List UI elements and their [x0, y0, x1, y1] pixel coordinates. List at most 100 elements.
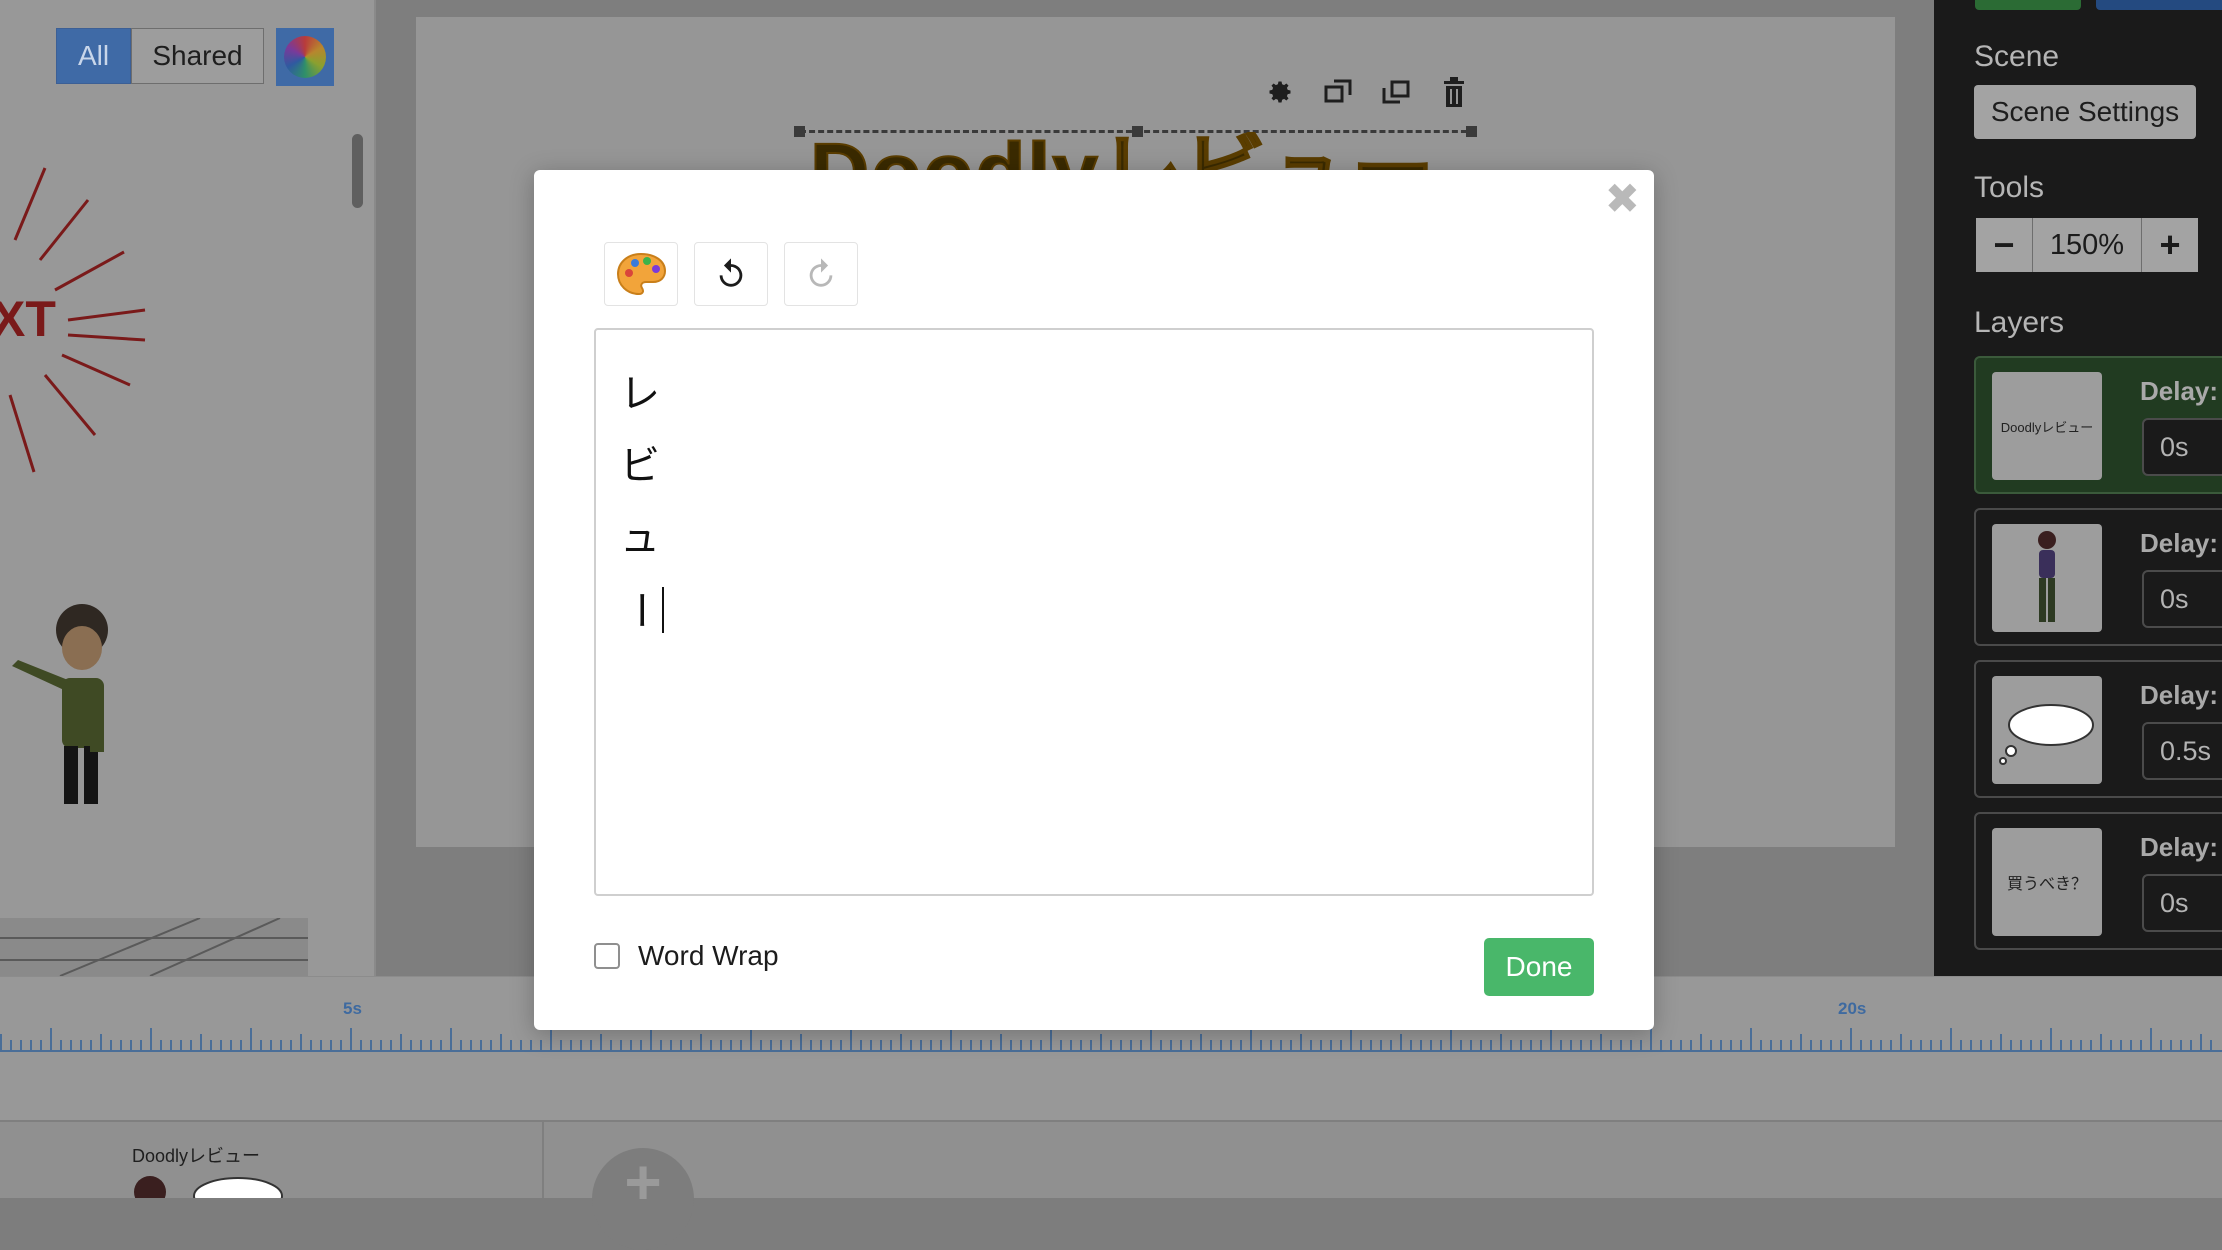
timeline-tick [320, 1040, 322, 1050]
filter-shared-button[interactable]: Shared [131, 28, 264, 84]
scene-thumbnail[interactable]: Doodlyレビュー [0, 1122, 544, 1198]
bring-forward-icon[interactable] [1322, 76, 1354, 108]
scene-settings-button[interactable]: Scene Settings [1974, 85, 2196, 139]
zoom-out-button[interactable]: − [1976, 218, 2032, 272]
timeline-tick [530, 1040, 532, 1050]
timeline-tick [1780, 1040, 1782, 1050]
resize-handle[interactable] [1466, 126, 1477, 137]
properties-panel: Scene Scene Settings Tools − 150% + Laye… [1934, 0, 2222, 976]
layer-item[interactable]: Delay: 0.5s [1974, 660, 2222, 798]
timeline-tick [1800, 1034, 1802, 1050]
send-backward-icon[interactable] [1380, 76, 1412, 108]
layer-item[interactable]: Doodlyレビュー Delay: 0s [1974, 356, 2222, 494]
delay-input[interactable]: 0s [2142, 570, 2222, 628]
resize-handle[interactable] [794, 126, 805, 137]
scene-thumb-title: Doodlyレビュー [132, 1146, 261, 1166]
timeline-tick [1960, 1040, 1962, 1050]
thought-bubble-thumbnail [1992, 676, 2102, 784]
timeline-tick [1540, 1040, 1542, 1050]
asset-thumbnail-partial[interactable] [0, 917, 308, 977]
timeline-tick [450, 1028, 452, 1050]
timeline-tick [2010, 1040, 2012, 1050]
trash-icon[interactable] [1438, 76, 1470, 108]
library-scrollbar[interactable] [352, 134, 363, 208]
timeline-tick [280, 1040, 282, 1050]
timeline-tick [260, 1040, 262, 1050]
timeline-tick [1020, 1040, 1022, 1050]
delay-input[interactable]: 0s [2142, 874, 2222, 932]
timeline-tick [2190, 1040, 2192, 1050]
timeline-tick [2000, 1034, 2002, 1050]
timeline-tick [1430, 1040, 1432, 1050]
timeline-tick [2050, 1028, 2052, 1050]
timeline-tick [200, 1034, 202, 1050]
word-wrap-label[interactable]: Word Wrap [638, 940, 779, 972]
timeline-tick [1230, 1040, 1232, 1050]
timeline-tick [270, 1040, 272, 1050]
timeline-tick [160, 1040, 162, 1050]
timeline-tick [20, 1040, 22, 1050]
timeline-tick [1550, 1028, 1552, 1050]
timeline-tick [440, 1040, 442, 1050]
timeline-tick [640, 1040, 642, 1050]
timeline-tick [420, 1040, 422, 1050]
timeline-tick [80, 1040, 82, 1050]
undo-icon [719, 258, 743, 287]
timeline-tick [1830, 1040, 1832, 1050]
timeline-tick [1680, 1040, 1682, 1050]
timeline-tick [1490, 1040, 1492, 1050]
zoom-control: − 150% + [1976, 218, 2198, 272]
close-icon[interactable]: ✖ [1605, 178, 1640, 220]
plus-icon: + [624, 1146, 662, 1218]
timeline-tick [10, 1040, 12, 1050]
timeline-tick [1520, 1040, 1522, 1050]
timeline-tick [50, 1028, 52, 1050]
timeline-tick [1950, 1028, 1952, 1050]
layer-item[interactable]: 買うべき？ Delay: 0s [1974, 812, 2222, 950]
text-burst-asset[interactable]: XT [0, 160, 150, 480]
zoom-in-button[interactable]: + [2142, 218, 2198, 272]
layer-item[interactable]: Delay: 0s [1974, 508, 2222, 646]
timeline-tick [2070, 1040, 2072, 1050]
timeline-tick [90, 1040, 92, 1050]
layer-thumbnail: 買うべき？ [1992, 828, 2102, 936]
redo-button[interactable] [784, 242, 858, 306]
timeline-tick [390, 1040, 392, 1050]
timeline-tick [1220, 1040, 1222, 1050]
timeline-tick [2110, 1040, 2112, 1050]
timeline-tick [1050, 1028, 1052, 1050]
timeline-tick [1940, 1040, 1942, 1050]
canvas-title-text[interactable]: Doodlyレビュー [810, 132, 1436, 172]
filter-all-button[interactable]: All [56, 28, 131, 84]
timeline-tick [1040, 1040, 1042, 1050]
timeline-tick [1420, 1040, 1422, 1050]
timeline-tick [2200, 1034, 2202, 1050]
undo-button[interactable] [694, 242, 768, 306]
timeline-tick [920, 1040, 922, 1050]
timeline-tick [750, 1028, 752, 1050]
timeline-tick [30, 1040, 32, 1050]
add-scene-button[interactable]: + [592, 1148, 694, 1250]
color-palette-button[interactable] [604, 242, 678, 306]
color-filter-button[interactable] [276, 28, 334, 86]
top-blue-button[interactable] [2096, 0, 2222, 10]
text-editor-area[interactable]: レ ビ ュ ー [594, 328, 1594, 896]
timeline-tick [2100, 1034, 2102, 1050]
timeline-tick [1970, 1040, 1972, 1050]
timeline-tick [380, 1040, 382, 1050]
timeline-tick [1580, 1040, 1582, 1050]
word-wrap-checkbox[interactable] [594, 943, 620, 969]
old-man-character-asset[interactable] [4, 600, 114, 810]
delay-input[interactable]: 0.5s [2142, 722, 2222, 780]
done-button[interactable]: Done [1484, 938, 1594, 996]
delay-input[interactable]: 0s [2142, 418, 2222, 476]
timeline-tick [1860, 1040, 1862, 1050]
timeline-ruler[interactable] [0, 1028, 2222, 1052]
timeline-tick [2170, 1040, 2172, 1050]
timeline-tick [1210, 1040, 1212, 1050]
top-green-button[interactable] [1975, 0, 2081, 10]
timeline-tick [310, 1040, 312, 1050]
timeline-tick [1000, 1034, 1002, 1050]
timeline-tick [520, 1040, 522, 1050]
gear-icon[interactable] [1264, 76, 1296, 108]
